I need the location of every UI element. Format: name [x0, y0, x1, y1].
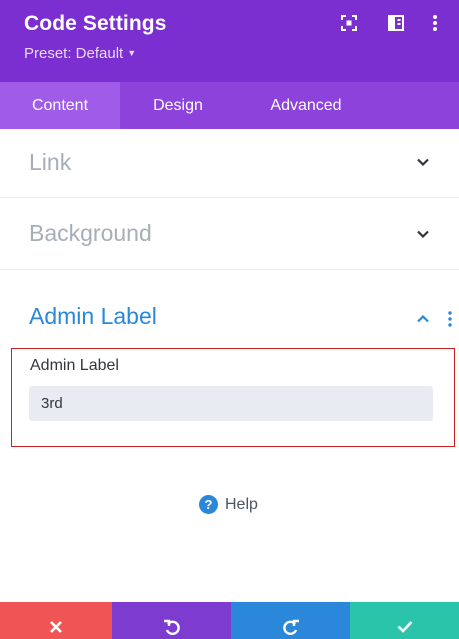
save-button[interactable]: [350, 602, 459, 639]
check-icon: [397, 621, 412, 633]
chevron-up-icon[interactable]: [415, 311, 431, 327]
undo-button[interactable]: [112, 602, 231, 639]
section-link[interactable]: Link: [0, 129, 459, 198]
close-icon: [50, 620, 62, 633]
caret-down-icon: ▼: [127, 48, 137, 58]
help-link[interactable]: ? Help: [199, 495, 258, 514]
action-footer: [0, 602, 459, 639]
tab-design[interactable]: Design: [120, 82, 236, 129]
sidebar-toggle-icon[interactable]: [387, 14, 407, 34]
section-admin-label-title[interactable]: Admin Label: [29, 303, 157, 330]
redo-button[interactable]: [231, 602, 350, 639]
more-options-icon[interactable]: [426, 14, 446, 34]
question-icon: ?: [199, 495, 218, 514]
admin-label-field-label: Admin Label: [30, 357, 119, 374]
section-link-label: Link: [29, 149, 72, 175]
chevron-down-icon[interactable]: [415, 226, 431, 242]
tab-advanced[interactable]: Advanced: [236, 82, 376, 129]
settings-header: Code Settings Preset: Default ▼: [0, 0, 459, 82]
admin-label-field-group: Admin Label: [11, 348, 455, 447]
preset-label: Preset: Default: [24, 45, 124, 62]
section-background[interactable]: Background: [0, 198, 459, 270]
settings-tabs: Content Design Advanced: [0, 82, 459, 129]
expand-icon[interactable]: [340, 14, 360, 34]
modal-title: Code Settings: [24, 12, 167, 35]
chevron-down-icon[interactable]: [415, 154, 431, 170]
preset-selector[interactable]: Preset: Default ▼: [24, 45, 136, 62]
cancel-button[interactable]: [0, 602, 112, 639]
section-background-label: Background: [29, 220, 152, 246]
redo-icon: [282, 619, 299, 635]
undo-icon: [163, 619, 180, 635]
tab-content[interactable]: Content: [0, 82, 120, 129]
help-label: Help: [225, 495, 258, 513]
admin-label-input[interactable]: [29, 386, 433, 421]
section-options-icon[interactable]: [446, 311, 454, 327]
